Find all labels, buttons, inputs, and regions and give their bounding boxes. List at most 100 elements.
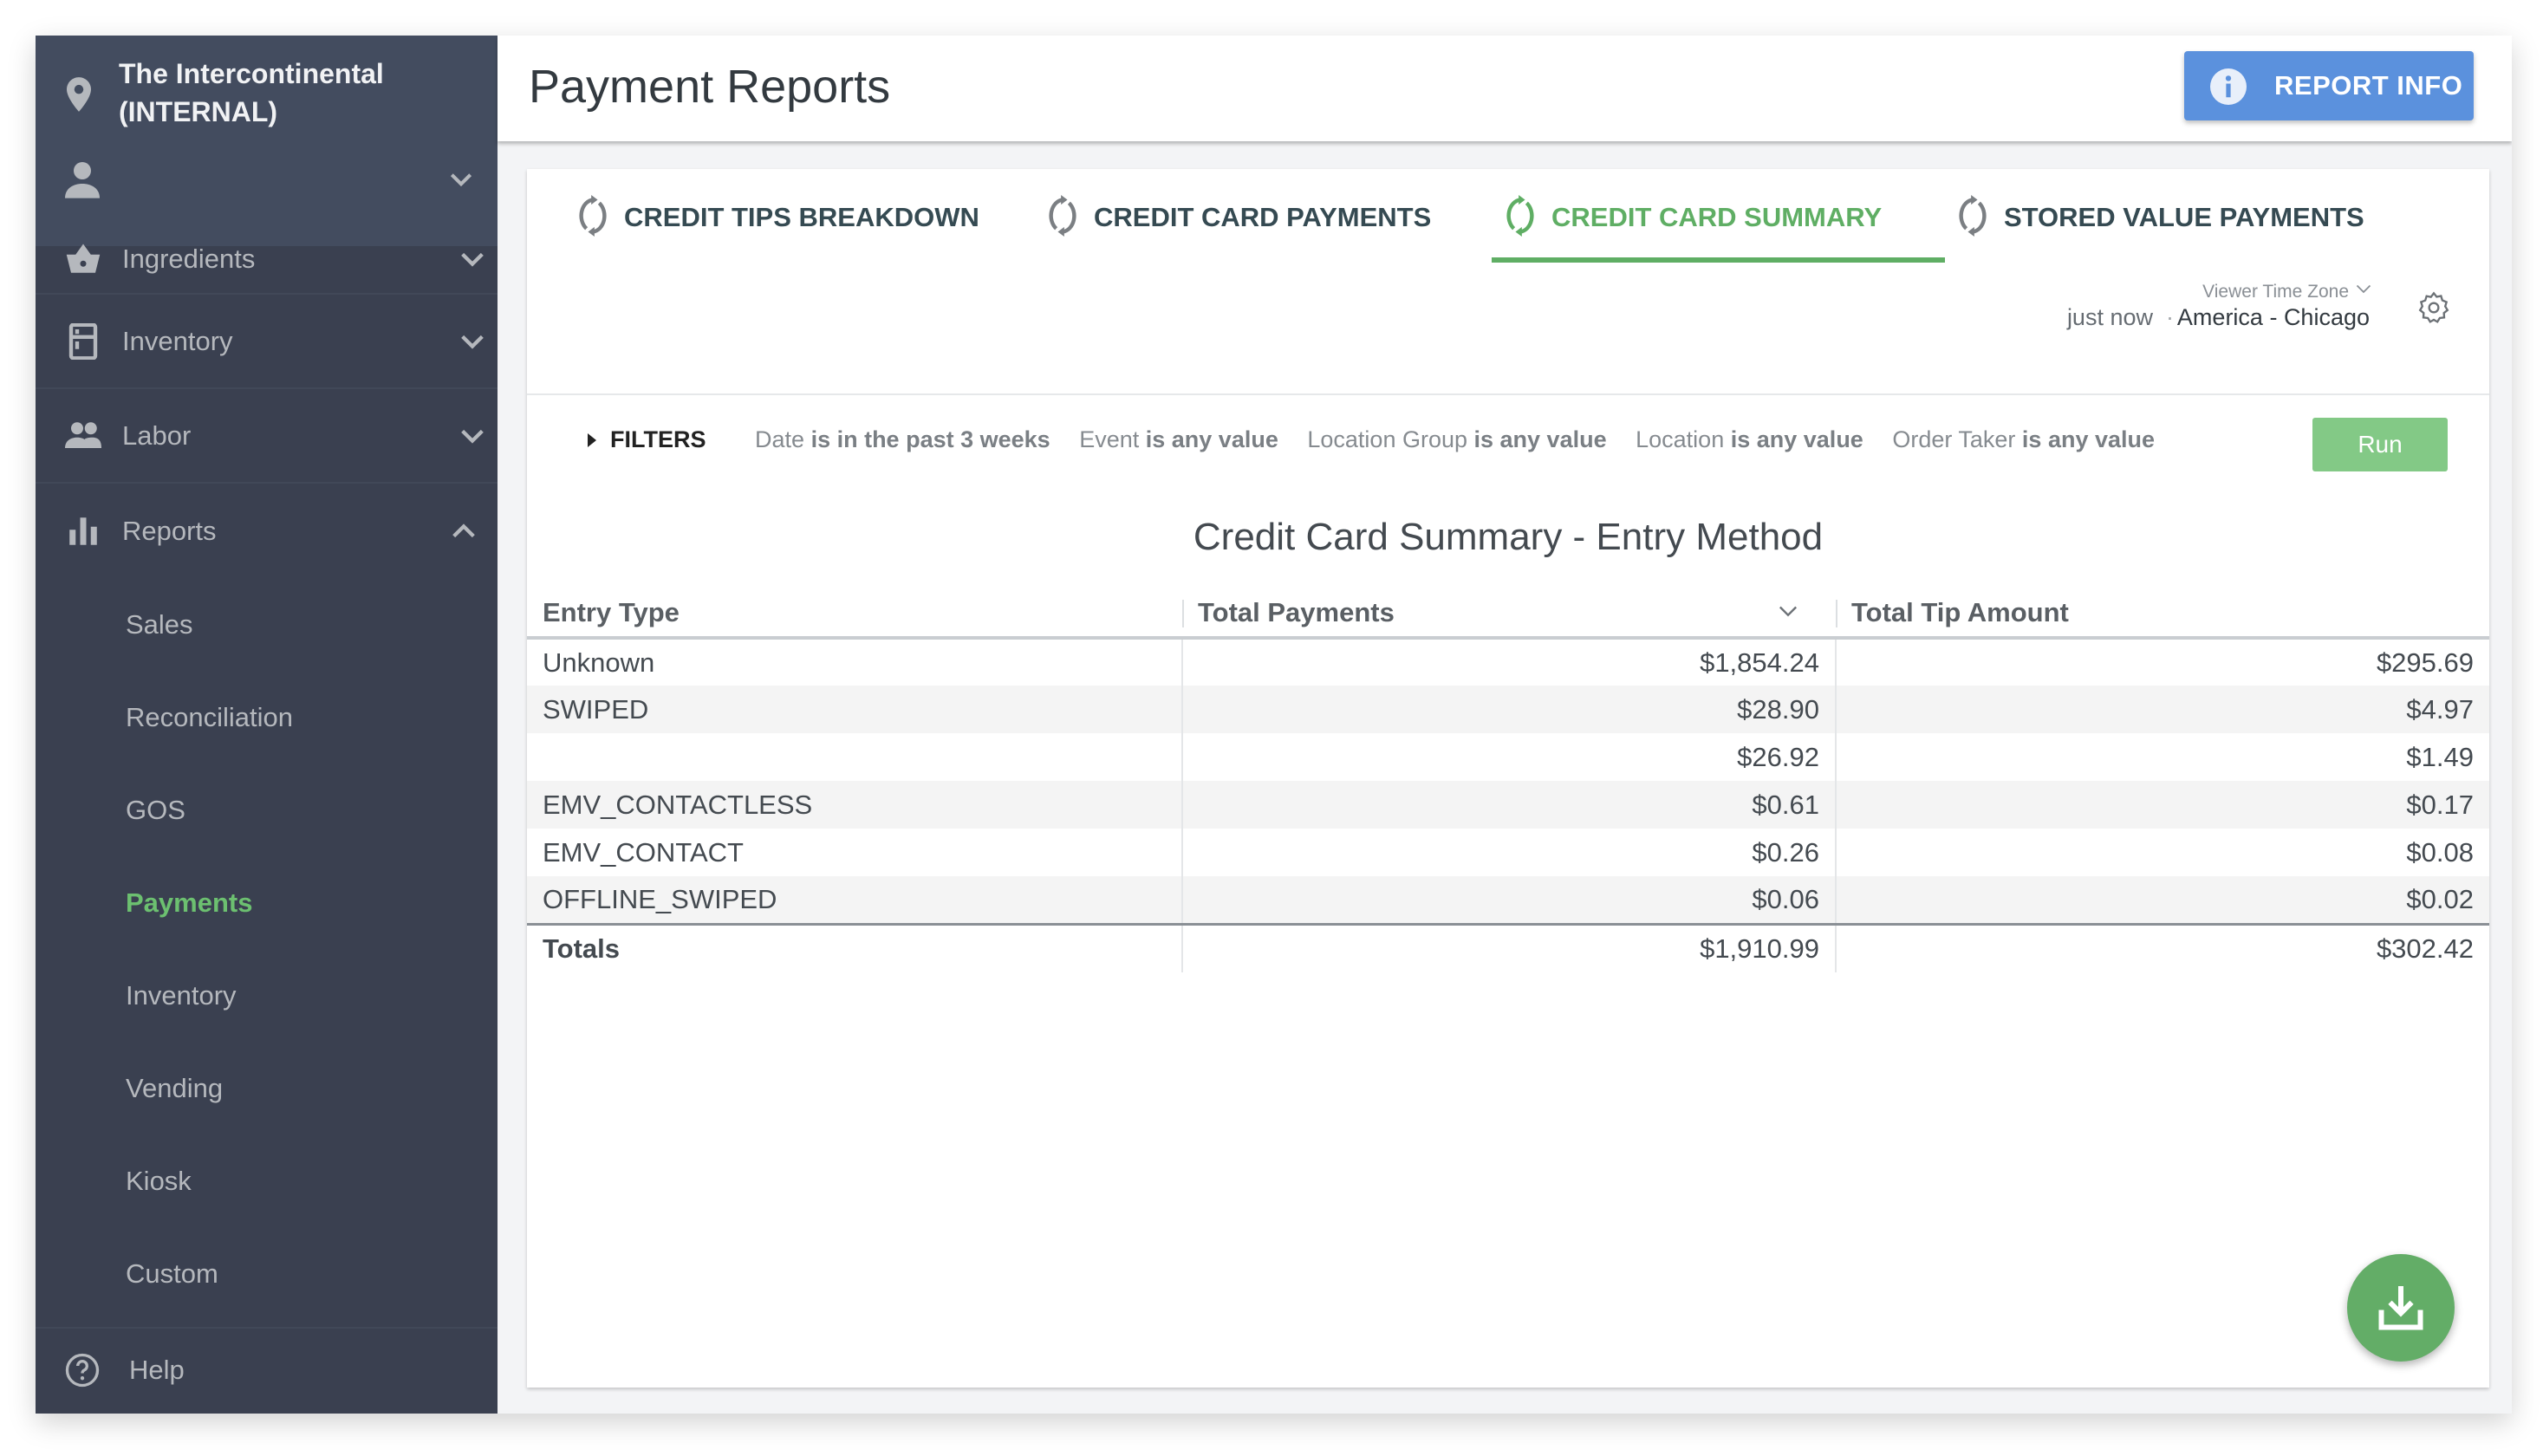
sidebar-subitem-label: Payments [126, 887, 253, 918]
venue-name[interactable]: The Intercontinental (INTERNAL) [119, 55, 384, 131]
column-header-label: Total Tip Amount [1851, 597, 2069, 627]
sidebar-item-ingredients[interactable]: Ingredients [36, 225, 498, 295]
fridge-icon [68, 322, 98, 360]
timezone-area: Viewer Time Zone just now · America - Ch… [1883, 282, 2489, 360]
last-updated: just now [2066, 304, 2153, 330]
cell-entry-type: EMV_CONTACTLESS [527, 781, 1182, 829]
cell-total-tip-amount: $0.08 [1835, 829, 2489, 876]
cell-total-tip-amount: $295.69 [1835, 638, 2489, 686]
timezone-caption[interactable]: Viewer Time Zone [2202, 282, 2349, 302]
download-button[interactable] [2347, 1254, 2455, 1362]
cell-entry-type: OFFLINE_SWIPED [527, 876, 1182, 924]
run-button[interactable]: Run [2312, 418, 2448, 471]
column-header-total-payments[interactable]: Total Payments [1182, 589, 1836, 640]
sidebar-subitem-gos[interactable]: GOS [36, 764, 498, 856]
cell-entry-type [527, 733, 1182, 781]
download-icon [2378, 1286, 2423, 1330]
sort-desc-icon[interactable] [1779, 605, 1798, 619]
page-title: Payment Reports [529, 61, 891, 113]
gear-icon[interactable] [2416, 290, 2451, 325]
filters-bar: FILTERS Date is in the past 3 weeks Even… [527, 395, 2489, 485]
cell-entry-type: Unknown [543, 647, 655, 678]
sidebar-item-label: Inventory [122, 325, 233, 356]
sidebar-item-inventory[interactable]: Inventory [36, 295, 498, 389]
filter-field: Date [755, 426, 805, 452]
column-header-total-tip-amount[interactable]: Total Tip Amount [1836, 589, 2489, 640]
separator-dot: · [2166, 304, 2174, 330]
filter-order-taker[interactable]: Order Taker is any value [1892, 426, 2155, 453]
filters-label: FILTERS [610, 426, 706, 452]
filter-condition: is in the past 3 weeks [810, 426, 1050, 452]
column-header-entry-type[interactable]: Entry Type [527, 589, 1182, 640]
help-circle-icon [65, 1353, 100, 1388]
sidebar-item-label: Ingredients [122, 244, 256, 274]
bar-chart-icon [69, 517, 97, 545]
sidebar-subitem-kiosk[interactable]: Kiosk [36, 1134, 498, 1227]
cell-total-payments: $28.90 [1181, 686, 1836, 733]
chevron-down-icon [461, 252, 484, 267]
sidebar-subitem-label: GOS [126, 794, 185, 825]
cell-total-payments: $0.06 [1181, 876, 1836, 924]
sidebar-subitem-reconciliation[interactable]: Reconciliation [36, 671, 498, 764]
report-card: CREDIT TIPS BREAKDOWN CREDIT CARD PAYMEN… [527, 169, 2489, 1388]
filter-condition: is any value [2021, 426, 2156, 452]
tab-label: STORED VALUE PAYMENTS [2004, 202, 2364, 232]
sidebar-subitem-sales[interactable]: Sales [36, 578, 498, 671]
filter-location-group[interactable]: Location Group is any value [1307, 426, 1606, 453]
sidebar-item-reports[interactable]: Reports [36, 484, 498, 578]
sidebar-item-labor[interactable]: Labor [36, 389, 498, 484]
refresh-icon [1959, 195, 1987, 237]
sidebar: The Intercontinental (INTERNAL) Ingredie… [36, 36, 498, 1414]
report-info-button[interactable]: REPORT INFO [2184, 51, 2474, 120]
filter-field: Order Taker [1892, 426, 2016, 452]
location-pin-icon [67, 77, 91, 112]
refresh-icon [579, 195, 607, 237]
report-title: Credit Card Summary - Entry Method [1193, 516, 1824, 558]
sidebar-nav: Ingredients Inventory Labor Reports Sale… [36, 244, 498, 1320]
table-row: OFFLINE_SWIPED $0.06 $0.02 [527, 876, 2489, 924]
cell-total-tip-amount: $4.97 [1835, 686, 2489, 733]
sidebar-subitem-label: Kiosk [126, 1165, 192, 1196]
sidebar-subitem-inventory[interactable]: Inventory [36, 949, 498, 1042]
sidebar-subitem-custom[interactable]: Custom [36, 1227, 498, 1320]
sidebar-item-label: Labor [122, 419, 192, 451]
table-header-row: Entry Type Total Payments Total Tip Amou… [527, 589, 2489, 640]
cell-total-payments: $0.61 [1181, 781, 1836, 829]
user-selector[interactable] [36, 141, 498, 219]
filter-condition: is any value [1145, 426, 1278, 452]
refresh-icon [1506, 195, 1534, 237]
sidebar-help[interactable]: Help [36, 1327, 498, 1414]
filter-condition: is any value [1473, 426, 1607, 452]
filter-field: Location [1636, 426, 1725, 452]
cell-total-tip-amount: $1.49 [1835, 733, 2489, 781]
report-info-label: REPORT INFO [2274, 70, 2463, 101]
venue-name-line2: (INTERNAL) [119, 96, 278, 127]
report-table: Entry Type Total Payments Total Tip Amou… [527, 589, 2489, 972]
help-label: Help [129, 1355, 185, 1385]
venue-name-line1: The Intercontinental [119, 58, 384, 89]
sidebar-subitem-payments[interactable]: Payments [36, 856, 498, 949]
chevron-down-icon [450, 173, 472, 187]
filter-field: Location Group [1307, 426, 1467, 452]
sidebar-item-label: Reports [122, 515, 217, 546]
caret-right-icon [588, 433, 596, 447]
cell-entry-type: SWIPED [527, 686, 1182, 733]
filter-date[interactable]: Date is in the past 3 weeks [755, 426, 1050, 453]
sidebar-subitem-vending[interactable]: Vending [36, 1042, 498, 1134]
tab-label: CREDIT CARD PAYMENTS [1094, 202, 1432, 232]
column-header-label: Total Payments [1198, 597, 1395, 627]
filter-event[interactable]: Event is any value [1079, 426, 1278, 453]
sidebar-subitem-label: Vending [126, 1072, 224, 1103]
table-row: $26.92 $1.49 [527, 733, 2489, 781]
filter-field: Event [1079, 426, 1140, 452]
chevron-down-icon [461, 335, 484, 349]
filter-location[interactable]: Location is any value [1636, 426, 1863, 453]
filter-condition: is any value [1730, 426, 1863, 452]
cell-total-payments: $0.26 [1181, 829, 1836, 876]
chevron-down-icon[interactable] [2356, 283, 2371, 296]
sidebar-subitem-label: Sales [126, 608, 193, 640]
column-separator [1182, 600, 1184, 627]
sidebar-subitem-label: Inventory [126, 979, 237, 1011]
page-header: Payment Reports REPORT INFO [498, 36, 2512, 141]
table-row: EMV_CONTACTLESS $0.61 $0.17 [527, 781, 2489, 829]
